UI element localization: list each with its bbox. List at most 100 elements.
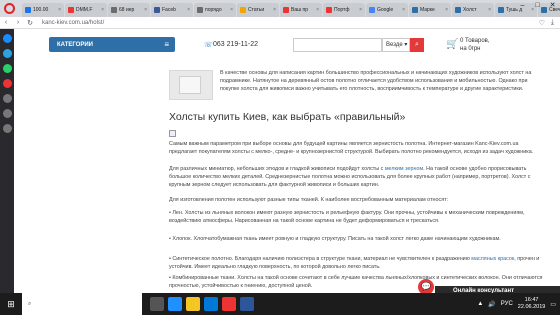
taskbar-search-icon: ⌕	[28, 300, 32, 307]
word-icon[interactable]	[240, 297, 254, 311]
messenger-icon[interactable]	[2, 34, 12, 43]
search-scope-select[interactable]: Везде ▾	[382, 38, 410, 52]
cart-total: на 0грн	[460, 46, 481, 52]
minimize-icon[interactable]: –	[515, 0, 530, 12]
bullet-synthetic: • Синтетическое полотно. Благодаря налич…	[169, 256, 540, 271]
clock[interactable]: 16:47 22.06.2019	[518, 297, 546, 310]
tab-close-icon[interactable]: ×	[99, 7, 104, 13]
whatsapp-icon[interactable]	[2, 64, 12, 73]
address-bar: ‹ › ↻ kanc-kiev.com.ua/holst/ ♡ ⤓	[0, 17, 560, 29]
tab-label: Google	[377, 7, 394, 13]
tab-close-icon[interactable]: ×	[314, 7, 319, 13]
clock-icon[interactable]	[2, 109, 12, 118]
tab-label: Холст	[463, 7, 477, 13]
paragraph-1: Самым важным параметром при выборе основ…	[169, 141, 534, 156]
back-icon[interactable]: ‹	[0, 19, 12, 26]
windows-taskbar: ⊞ ⌕ ▲ 🔊 РУС 16:47 22.06.2019 ▭	[0, 293, 560, 315]
opera-sidebar	[0, 29, 14, 293]
section-heading: Холсты купить Киев, как выбрать «правиль…	[169, 111, 406, 123]
canvas-product-image	[169, 70, 213, 100]
browser-tab[interactable]: DMM.F ×	[65, 3, 107, 17]
bullet-linen: • Лен. Холсты из льняных волокон имеют р…	[169, 210, 525, 225]
oil-paints-link[interactable]: масляных красок	[471, 256, 514, 262]
search-input[interactable]	[293, 38, 382, 52]
opera-taskbar-icon[interactable]	[222, 297, 236, 311]
cart[interactable]: 🛒 0 Товаров, на 0грн	[446, 36, 506, 54]
tab-favicon-icon	[326, 7, 332, 13]
windows-start-icon[interactable]: ⊞	[0, 293, 22, 315]
broken-image-icon	[169, 130, 176, 137]
tab-close-icon[interactable]: ×	[56, 7, 61, 13]
tab-favicon-icon	[25, 7, 31, 13]
network-icon[interactable]: ▲	[477, 301, 483, 307]
taskbar-apps	[150, 297, 254, 311]
settings-icon[interactable]	[2, 124, 12, 133]
url-field[interactable]: kanc-kiev.com.ua/holst/	[42, 20, 104, 26]
browser-tab[interactable]: Марке ×	[409, 3, 451, 17]
tab-favicon-icon	[283, 7, 289, 13]
opera-news-icon[interactable]	[2, 79, 12, 88]
tab-label: Марке	[420, 7, 435, 13]
browser-tab[interactable]: Статьи ×	[237, 3, 279, 17]
tab-close-icon[interactable]: ×	[443, 7, 448, 13]
bullet-cotton: • Хлопок. Хлопчатобумажная ткань имеет р…	[169, 236, 501, 242]
language-indicator[interactable]: РУС	[501, 301, 513, 307]
intro-paragraph: В качестве основы для написания картин б…	[220, 70, 532, 93]
tab-label: 100.00	[33, 7, 49, 13]
tab-favicon-icon	[197, 7, 203, 13]
task-view-icon[interactable]	[150, 297, 164, 311]
fine-grain-link[interactable]: мелким зерном	[385, 166, 423, 172]
tab-label: Ваш пр	[291, 7, 309, 13]
tab-favicon-icon	[68, 7, 74, 13]
edge-icon[interactable]	[168, 297, 182, 311]
browser-tab[interactable]: Ваш пр ×	[280, 3, 322, 17]
notifications-icon[interactable]: ▭	[550, 301, 556, 308]
tab-close-icon[interactable]: ×	[271, 7, 276, 13]
browser-tab[interactable]: Faceb ×	[151, 3, 193, 17]
forward-icon[interactable]: ›	[12, 19, 24, 26]
maximize-icon[interactable]: □	[530, 0, 545, 12]
tab-label: DMM.F	[76, 7, 93, 13]
telegram-icon[interactable]	[2, 49, 12, 58]
tab-close-icon[interactable]: ×	[228, 7, 233, 13]
tab-favicon-icon	[412, 7, 418, 13]
close-icon[interactable]: ✕	[545, 0, 560, 12]
search-icon: ⌕	[415, 41, 419, 48]
browser-tab[interactable]: 68 иер ×	[108, 3, 150, 17]
volume-icon[interactable]: 🔊	[488, 301, 495, 308]
opera-logo-icon[interactable]	[4, 3, 15, 14]
browser-tab[interactable]: Google ×	[366, 3, 408, 17]
menu-icon: ≡	[164, 40, 169, 49]
tab-close-icon[interactable]: ×	[185, 7, 190, 13]
phone-number[interactable]: 063 219-11-22	[213, 41, 258, 48]
tab-favicon-icon	[240, 7, 246, 13]
tab-favicon-icon	[369, 7, 375, 13]
reload-icon[interactable]: ↻	[24, 19, 36, 27]
browser-tab[interactable]: Портф ×	[323, 3, 365, 17]
tab-label: Статьи	[248, 7, 265, 13]
tab-label: Портф	[334, 7, 350, 13]
bookmark-icon[interactable]: ♡	[539, 19, 545, 27]
browser-tab-strip: 100.00 × DMM.F × 68 иер × Faceb × порядо × Статьи ×…	[0, 0, 560, 17]
file-explorer-icon[interactable]	[186, 297, 200, 311]
tab-close-icon[interactable]: ×	[142, 7, 147, 13]
cart-count: 0 Товаров,	[460, 38, 490, 44]
tab-close-icon[interactable]: ×	[400, 7, 405, 13]
browser-tab[interactable]: порядо ×	[194, 3, 236, 17]
phone-icon: ☏	[204, 42, 213, 49]
browser-tab[interactable]: Холст ×	[452, 3, 494, 17]
store-icon[interactable]	[204, 297, 218, 311]
paragraph-3: Для изготовления полотен используют разн…	[169, 197, 449, 203]
categories-button[interactable]: КАТЕГОРИИ ≡	[49, 37, 175, 52]
search-button[interactable]: ⌕	[410, 38, 424, 52]
download-icon[interactable]: ⤓	[551, 19, 554, 27]
history-icon[interactable]	[2, 94, 12, 103]
site-header: КАТЕГОРИИ ≡ ☏ 063 219-11-22 Везде ▾ ⌕ 🛒 …	[14, 29, 560, 62]
categories-label: КАТЕГОРИИ	[57, 41, 93, 48]
taskbar-search-input[interactable]: ⌕	[22, 293, 142, 315]
browser-tab[interactable]: 100.00 ×	[22, 3, 64, 17]
system-tray: ▲ 🔊 РУС 16:47 22.06.2019 ▭	[477, 297, 560, 310]
tab-close-icon[interactable]: ×	[357, 7, 362, 13]
tab-close-icon[interactable]: ×	[486, 7, 491, 13]
tab-favicon-icon	[111, 7, 117, 13]
